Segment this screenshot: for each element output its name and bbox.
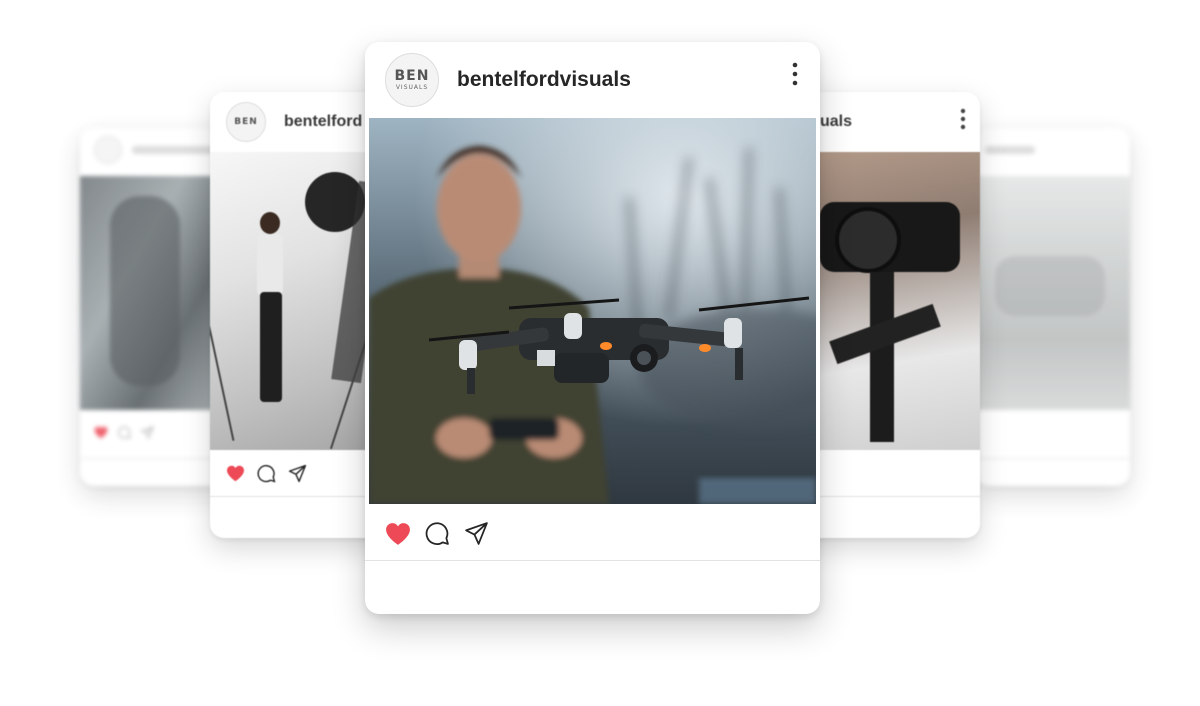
post-actions (226, 464, 307, 483)
post-photo (369, 118, 816, 504)
comment-icon[interactable] (425, 521, 450, 546)
heart-icon[interactable] (385, 522, 411, 546)
avatar: BEN (226, 102, 266, 142)
send-icon[interactable] (464, 521, 489, 546)
username[interactable]: bentelfordvisuals (457, 68, 631, 92)
post-actions (385, 521, 489, 546)
more-vertical-icon[interactable] (960, 108, 966, 130)
post-photo (975, 176, 1130, 410)
heart-icon[interactable] (94, 426, 108, 439)
username-placeholder (132, 146, 222, 154)
divider (975, 458, 1130, 459)
username-placeholder (985, 146, 1035, 154)
avatar-logo-subtext: VISUALS (395, 84, 429, 91)
more-vertical-icon[interactable] (792, 62, 798, 86)
comment-icon[interactable] (118, 426, 131, 439)
post-card-far-right (975, 128, 1130, 486)
post-card-main: BEN VISUALS bentelfordvisuals (365, 42, 820, 614)
send-icon[interactable] (141, 426, 154, 439)
post-header: BEN VISUALS bentelfordvisuals (365, 42, 820, 118)
send-icon[interactable] (288, 464, 307, 483)
divider (365, 560, 820, 561)
avatar[interactable]: BEN VISUALS (385, 53, 439, 107)
avatar-logo-text: BEN (394, 68, 430, 84)
username[interactable]: uals (820, 113, 852, 131)
username[interactable]: bentelford (284, 113, 362, 131)
heart-icon[interactable] (226, 465, 245, 482)
comment-icon[interactable] (257, 464, 276, 483)
avatar (94, 136, 122, 164)
drone-photo (369, 118, 816, 504)
post-actions (94, 426, 154, 439)
